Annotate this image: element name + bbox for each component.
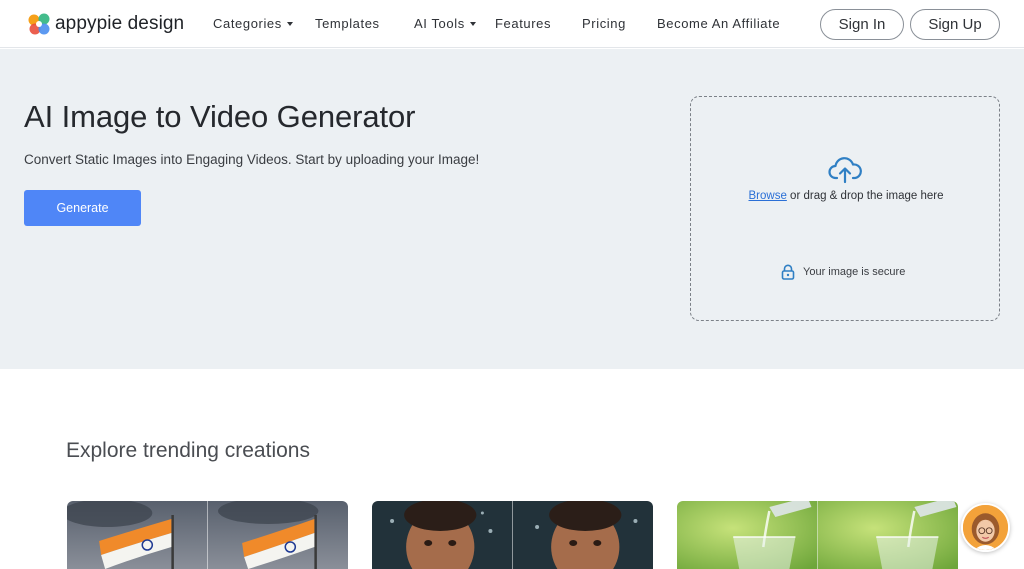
upload-instructions: Browse or drag & drop the image here bbox=[691, 190, 1001, 202]
nav-ai-tools[interactable]: AI Tools bbox=[414, 16, 476, 31]
sign-in-button[interactable]: Sign In bbox=[820, 9, 904, 40]
trending-card-water[interactable] bbox=[677, 501, 958, 569]
nav-ai-tools-label: AI Tools bbox=[414, 16, 465, 31]
logo-mark-icon bbox=[28, 13, 50, 35]
appypie-logo[interactable]: appypie design bbox=[26, 11, 184, 37]
chevron-down-icon bbox=[469, 21, 476, 26]
drag-drop-text: or drag & drop the image here bbox=[786, 190, 944, 202]
nav-templates[interactable]: Templates bbox=[315, 16, 380, 31]
flag-thumbnail bbox=[67, 501, 208, 569]
site-header: appypie design Categories Templates AI T… bbox=[0, 0, 1024, 48]
explore-title: Explore trending creations bbox=[66, 439, 310, 462]
sign-up-button[interactable]: Sign Up bbox=[910, 9, 1000, 40]
page-title: AI Image to Video Generator bbox=[24, 99, 416, 134]
nav-features[interactable]: Features bbox=[495, 16, 551, 31]
nav-pricing[interactable]: Pricing bbox=[582, 16, 626, 31]
chevron-down-icon bbox=[286, 21, 293, 26]
child-thumbnail bbox=[372, 501, 513, 569]
water-thumbnail-animated bbox=[817, 501, 958, 569]
lock-icon bbox=[781, 264, 795, 280]
trending-card-flag[interactable] bbox=[67, 501, 348, 569]
flag-thumbnail-animated bbox=[207, 501, 348, 569]
secure-text: Your image is secure bbox=[803, 266, 906, 278]
hero-section: AI Image to Video Generator Convert Stat… bbox=[0, 49, 1024, 369]
nav-categories-label: Categories bbox=[213, 16, 282, 31]
nav-templates-label: Templates bbox=[315, 16, 380, 31]
water-thumbnail bbox=[677, 501, 818, 569]
chat-assistant-avatar[interactable] bbox=[961, 503, 1010, 552]
nav-pricing-label: Pricing bbox=[582, 16, 626, 31]
nav-features-label: Features bbox=[495, 16, 552, 31]
logo-text: appypie design bbox=[55, 13, 185, 34]
nav-categories[interactable]: Categories bbox=[213, 16, 293, 31]
browse-link[interactable]: Browse bbox=[749, 190, 787, 202]
child-thumbnail-animated bbox=[512, 501, 653, 569]
nav-affiliate-label: Become An Affiliate bbox=[657, 16, 781, 31]
upload-dropzone[interactable]: Browse or drag & drop the image here You… bbox=[690, 96, 1000, 321]
generate-button[interactable]: Generate bbox=[24, 190, 141, 226]
hero-subtitle: Convert Static Images into Engaging Vide… bbox=[24, 152, 480, 167]
trending-card-child[interactable] bbox=[372, 501, 653, 569]
secure-notice: Your image is secure bbox=[781, 264, 905, 280]
nav-affiliate[interactable]: Become An Affiliate bbox=[657, 16, 780, 31]
assistant-face-icon bbox=[963, 505, 1008, 550]
cloud-upload-icon bbox=[828, 157, 862, 184]
